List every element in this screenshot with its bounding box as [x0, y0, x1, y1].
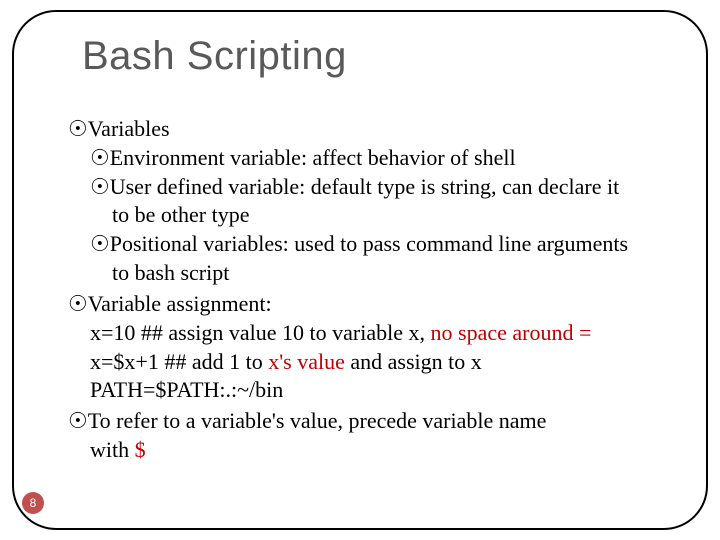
example-line-3: PATH=$PATH:.:~/bin: [90, 377, 670, 404]
bullet-text: Environment variable: affect behavior of…: [110, 145, 516, 170]
bullet-positional-variable-cont: to bash script: [112, 260, 670, 287]
bullet-text: Positional variables: used to pass comma…: [110, 231, 628, 256]
text: x=$x+1 ## add 1 to: [90, 349, 268, 374]
bullet-refer-cont: with $: [90, 437, 670, 464]
example-line-1: x=10 ## assign value 10 to variable x, n…: [90, 320, 670, 347]
bullet-icon: ☉: [68, 291, 88, 318]
bullet-variables: ☉Variables: [68, 116, 670, 143]
slide: Bash Scripting ☉Variables ☉Environment v…: [0, 0, 720, 540]
bullet-icon: ☉: [68, 116, 88, 143]
variables-subitems: ☉Environment variable: affect behavior o…: [90, 145, 670, 287]
bullet-text: Variables: [88, 116, 170, 141]
highlight-text: no space around =: [431, 320, 592, 345]
bullet-icon: ☉: [90, 231, 110, 258]
bullet-icon: ☉: [68, 408, 88, 435]
example-line-2: x=$x+1 ## add 1 to x's value and assign …: [90, 349, 670, 376]
bullet-user-variable: ☉User defined variable: default type is …: [90, 174, 670, 201]
bullet-icon: ☉: [90, 145, 110, 172]
bullet-user-variable-cont: to be other type: [112, 202, 670, 229]
bullet-refer: ☉To refer to a variable's value, precede…: [68, 408, 670, 435]
bullet-positional-variable: ☉Positional variables: used to pass comm…: [90, 231, 670, 258]
bullet-text: User defined variable: default type is s…: [110, 174, 619, 199]
slide-body: ☉Variables ☉Environment variable: affect…: [68, 112, 670, 466]
text: x=10 ## assign value 10 to variable x,: [90, 320, 431, 345]
page-number-badge: 8: [22, 492, 44, 514]
assignment-examples: x=10 ## assign value 10 to variable x, n…: [90, 320, 670, 404]
bullet-assignment: ☉Variable assignment:: [68, 291, 670, 318]
slide-title: Bash Scripting: [82, 34, 347, 79]
highlight-text: $: [135, 437, 146, 462]
text: and assign to x: [345, 349, 482, 374]
text: with: [90, 437, 135, 462]
bullet-env-variable: ☉Environment variable: affect behavior o…: [90, 145, 670, 172]
bullet-text: To refer to a variable's value, precede …: [88, 408, 547, 433]
bullet-icon: ☉: [90, 174, 110, 201]
highlight-text: x's value: [268, 349, 345, 374]
bullet-text: Variable assignment:: [88, 291, 272, 316]
